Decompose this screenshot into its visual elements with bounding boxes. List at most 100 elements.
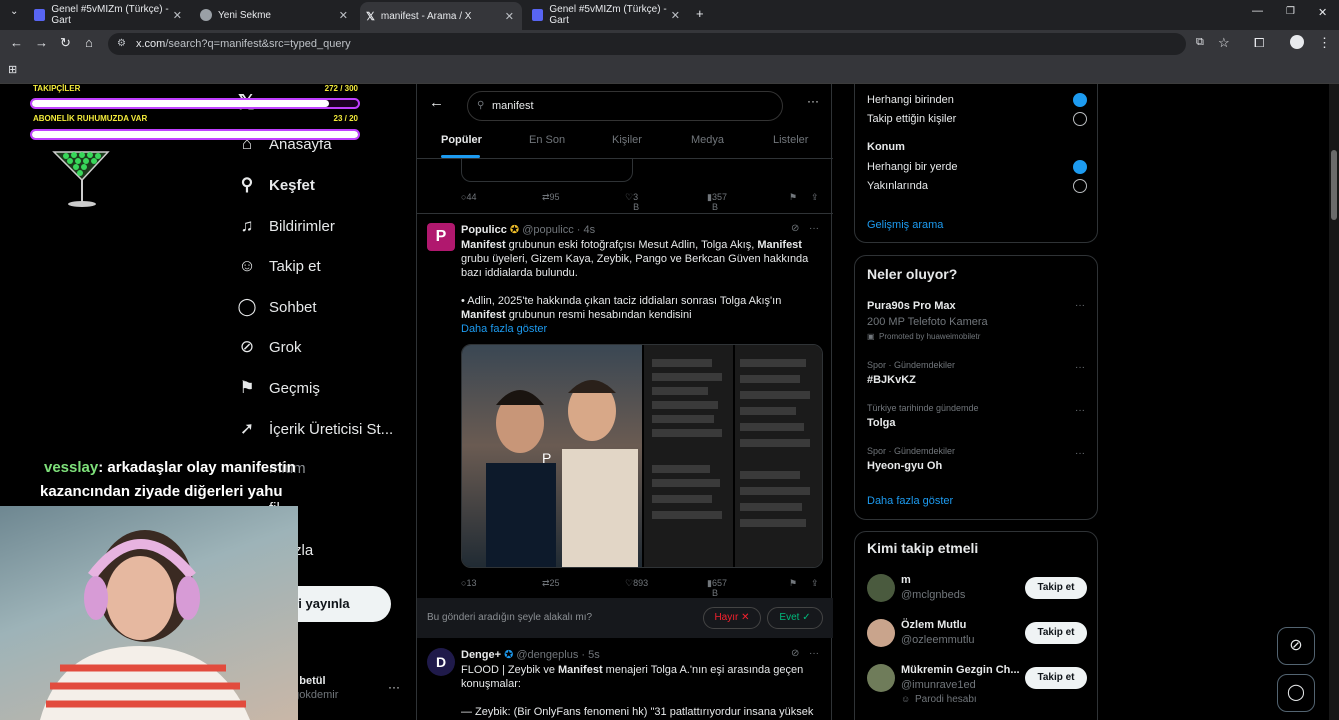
back-icon[interactable]: ← — [10, 35, 23, 50]
trend-item[interactable]: Spor · Gündemdekiler Hyeon-gyu Oh ··· — [855, 446, 1099, 476]
views-icon[interactable]: ▮ 657 B — [707, 578, 727, 598]
sidebar-item-history[interactable]: ⚑ Geçmiş — [236, 378, 319, 398]
cast-icon[interactable]: ⧉ — [1196, 36, 1204, 49]
tweet-avatar[interactable]: D — [427, 648, 455, 676]
bookmark-star-icon[interactable]: ☆ — [1218, 35, 1230, 51]
filter-location-near[interactable]: Yakınlarında — [867, 180, 928, 192]
profile-avatar-icon[interactable] — [1290, 35, 1304, 49]
tab-media[interactable]: Medya — [691, 134, 724, 146]
bookmark-icon[interactable]: ⚑ — [789, 578, 797, 589]
share-icon[interactable]: ⇪ — [811, 578, 819, 589]
avatar[interactable] — [867, 664, 895, 692]
tweet-avatar[interactable]: P — [427, 223, 455, 251]
more-dots-icon[interactable]: ··· — [1075, 362, 1085, 373]
like-icon[interactable]: ♡ 3 B — [625, 192, 639, 212]
tweet-media[interactable]: P — [461, 344, 823, 568]
browser-tab[interactable]: Yeni Sekme ✕ — [194, 4, 356, 26]
more-dots-icon[interactable]: ··· — [388, 680, 400, 694]
trends-show-more-link[interactable]: Daha fazla göster — [867, 495, 953, 507]
follow-suggestion[interactable]: Mükremin Gezgin Ch... @imunrave1ed ☺ Par… — [855, 662, 1099, 708]
advanced-search-link[interactable]: Gelişmiş arama — [867, 219, 943, 231]
reload-icon[interactable]: ↻ — [60, 35, 71, 51]
forward-icon[interactable]: → — [35, 35, 48, 50]
tab-lists[interactable]: Listeler — [773, 134, 808, 146]
trends-card: Neler oluyor? Pura90s Pro Max 200 MP Tel… — [854, 255, 1098, 520]
close-tab-icon[interactable]: ✕ — [505, 10, 514, 23]
reply-icon[interactable]: ○ 13 — [461, 578, 476, 588]
sidebar-item-follow[interactable]: ☺ Takip et — [236, 256, 320, 276]
new-tab-icon[interactable]: + — [696, 6, 704, 21]
home-icon[interactable]: ⌂ — [85, 35, 93, 50]
share-icon[interactable]: ⇪ — [811, 192, 819, 203]
tab-people[interactable]: Kişiler — [612, 134, 642, 146]
scrollbar-thumb[interactable] — [1331, 150, 1337, 220]
close-tab-icon[interactable]: ✕ — [173, 9, 182, 22]
radio-checked-icon[interactable] — [1073, 160, 1087, 174]
follow-button[interactable]: Takip et — [1025, 577, 1087, 599]
follow-suggestion[interactable]: Özlem Mutlu @ozleemmutlu Takip et — [855, 617, 1099, 651]
address-bar[interactable]: ⚙ x.com/search?q=manifest&src=typed_quer… — [108, 33, 1186, 55]
search-input[interactable]: ⚲ manifest — [467, 91, 783, 121]
show-more-link[interactable]: Daha fazla göster — [461, 322, 825, 336]
trend-item[interactable]: Türkiye tarihinde gündemde Tolga ··· — [855, 403, 1099, 433]
retweet-icon[interactable]: ⇄ 95 — [542, 192, 560, 203]
feedback-yes-button[interactable]: Evet ✓ — [767, 607, 823, 629]
close-tab-icon[interactable]: ✕ — [671, 9, 680, 22]
more-dots-icon[interactable]: ··· — [1075, 405, 1085, 416]
sidebar-item-explore[interactable]: ⚲ Keşfet — [236, 175, 315, 195]
back-arrow-icon[interactable]: ← — [429, 94, 444, 111]
filter-location-any[interactable]: Herhangi bir yerde — [867, 161, 958, 173]
follow-button[interactable]: Takip et — [1025, 622, 1087, 644]
browser-tab[interactable]: Genel #5vMIZm (Türkçe) - Gart ✕ — [526, 4, 688, 26]
close-tab-icon[interactable]: ✕ — [339, 9, 348, 22]
tab-latest[interactable]: En Son — [529, 134, 565, 146]
more-dots-icon[interactable]: ··· — [1075, 300, 1085, 311]
messages-float-button[interactable]: ◯ — [1277, 674, 1315, 712]
bookmark-icon[interactable]: ⚑ — [789, 192, 797, 203]
views-icon[interactable]: ▮ 357 B — [707, 192, 727, 212]
avatar[interactable] — [867, 619, 895, 647]
sidebar-item-notifications[interactable]: ♫ Bildirimler — [236, 216, 335, 236]
trend-item[interactable]: Pura90s Pro Max 200 MP Telefoto Kamera P… — [855, 298, 1099, 344]
filter-people-any[interactable]: Herhangi birinden — [867, 94, 954, 106]
tweet-photo[interactable]: P — [462, 345, 642, 567]
browser-tab-active[interactable]: 𝕏 manifest - Arama / X ✕ — [360, 2, 522, 30]
grok-icon[interactable]: ⊘ — [791, 648, 799, 659]
follow-button[interactable]: Takip et — [1025, 667, 1087, 689]
feedback-no-button[interactable]: Hayır ✕ — [703, 607, 761, 629]
tab-list-chevron-icon[interactable]: ⌄ — [10, 6, 18, 17]
grok-float-button[interactable]: ⊘ — [1277, 627, 1315, 665]
radio-checked-icon[interactable] — [1073, 93, 1087, 107]
more-dots-icon[interactable]: ··· — [1075, 448, 1085, 459]
more-dots-icon[interactable]: ··· — [809, 223, 819, 234]
site-info-icon[interactable]: ⚙ — [117, 33, 126, 55]
page-scrollbar[interactable] — [1329, 84, 1339, 720]
stream-chat-message: vesslay: arkadaşlar olay manifestin kaza… — [40, 459, 296, 500]
more-options-icon[interactable]: ··· — [807, 94, 819, 108]
more-dots-icon[interactable]: ··· — [809, 648, 819, 659]
follow-suggestion[interactable]: m @mclgnbeds Takip et — [855, 572, 1099, 606]
reply-icon[interactable]: ○ 44 — [461, 192, 476, 202]
tab-popular[interactable]: Popüler — [441, 134, 482, 146]
embedded-card[interactable] — [461, 158, 633, 182]
minimize-icon[interactable]: — — [1252, 5, 1263, 17]
avatar[interactable] — [867, 574, 895, 602]
sidebar-item-grok[interactable]: ⊘ Grok — [236, 337, 302, 357]
browser-menu-icon[interactable]: ⋮ — [1318, 35, 1331, 51]
tweet-screenshot-image[interactable] — [644, 345, 822, 567]
restore-icon[interactable]: ❐ — [1286, 6, 1295, 17]
radio-unchecked-icon[interactable] — [1073, 112, 1087, 126]
sidebar-item-chat[interactable]: ◯ Sohbet — [236, 297, 316, 317]
extensions-icon[interactable]: ⧠ — [1254, 35, 1264, 51]
trend-item[interactable]: Spor · Gündemdekiler #BJKvKZ ··· — [855, 360, 1099, 390]
window-close-icon[interactable]: ✕ — [1318, 6, 1327, 19]
account-switcher[interactable]: eli betül etgokdemir ··· — [280, 672, 405, 706]
radio-unchecked-icon[interactable] — [1073, 179, 1087, 193]
apps-grid-icon[interactable]: ⊞ — [8, 63, 17, 76]
filter-people-following[interactable]: Takip ettiğin kişiler — [867, 113, 956, 125]
like-icon[interactable]: ♡ 893 — [625, 578, 648, 589]
retweet-icon[interactable]: ⇄ 25 — [542, 578, 560, 589]
sidebar-item-creator-studio[interactable]: ➚ İçerik Üreticisi St... — [236, 419, 393, 439]
browser-tab[interactable]: Genel #5vMIZm (Türkçe) - Gart ✕ — [28, 4, 190, 26]
grok-icon[interactable]: ⊘ — [791, 223, 799, 234]
